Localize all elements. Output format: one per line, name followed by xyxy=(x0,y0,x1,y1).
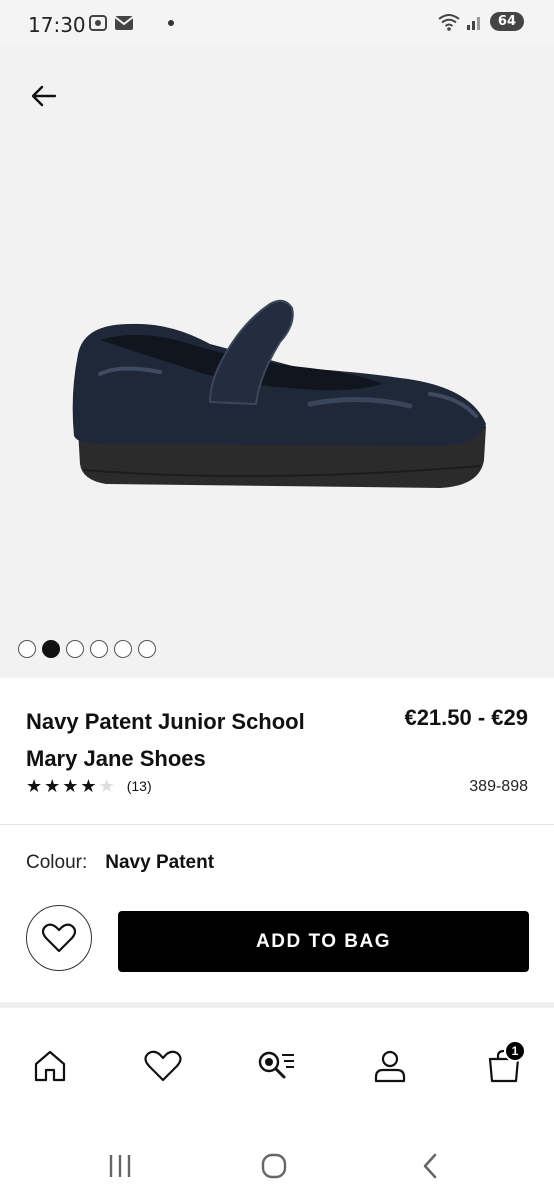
star-icon: ★ xyxy=(26,776,43,796)
product-rating[interactable]: ★ ★ ★ ★ ★ (13) xyxy=(26,777,152,795)
gallery-dot[interactable] xyxy=(42,640,60,658)
add-to-bag-button[interactable]: ADD TO BAG xyxy=(118,911,529,972)
star-icon: ★ xyxy=(44,776,61,796)
recent-apps-button[interactable] xyxy=(100,1148,140,1184)
notification-dot-icon xyxy=(168,20,174,26)
colour-label: Colour: xyxy=(26,852,88,873)
product-image xyxy=(72,299,487,488)
product-image-gallery[interactable] xyxy=(0,44,554,678)
heart-icon xyxy=(144,1050,182,1082)
back-system-button[interactable] xyxy=(410,1148,450,1184)
product-code: 389-898 xyxy=(469,778,528,795)
home-icon xyxy=(34,1050,66,1082)
nav-home[interactable] xyxy=(30,1046,70,1086)
account-icon xyxy=(374,1050,406,1083)
nav-bag[interactable]: 1 xyxy=(484,1040,526,1086)
gallery-pagination xyxy=(18,640,156,658)
screenshot-icon xyxy=(89,15,107,31)
colour-row: Colour: Navy Patent xyxy=(26,852,214,874)
gallery-dot[interactable] xyxy=(138,640,156,658)
divider xyxy=(0,824,554,825)
star-icon: ★ xyxy=(62,776,79,796)
colour-value: Navy Patent xyxy=(105,852,215,873)
gallery-dot[interactable] xyxy=(66,640,84,658)
heart-icon xyxy=(42,923,76,953)
product-price: €21.50 - €29 xyxy=(404,705,528,730)
gallery-dot[interactable] xyxy=(18,640,36,658)
product-title: Navy Patent Junior School Mary Jane Shoe… xyxy=(26,709,305,771)
star-icon: ★ xyxy=(98,776,115,796)
search-icon xyxy=(258,1051,294,1079)
status-time: 17:30 xyxy=(28,13,86,37)
bottom-nav: 1 xyxy=(0,1008,554,1118)
gallery-dot[interactable] xyxy=(114,640,132,658)
status-icons-left xyxy=(88,14,134,32)
home-circle-icon xyxy=(261,1153,287,1179)
rating-count: (13) xyxy=(126,778,152,794)
battery-icon: 64 xyxy=(489,12,524,31)
status-icons-right: 64 xyxy=(438,12,524,31)
mail-icon xyxy=(114,16,134,30)
signal-icon xyxy=(466,16,480,30)
wifi-icon xyxy=(438,13,460,31)
nav-favourites[interactable] xyxy=(143,1046,183,1086)
status-bar: 17:30 64 xyxy=(0,0,554,44)
home-system-button[interactable] xyxy=(254,1148,294,1184)
arrow-left-icon xyxy=(31,85,57,107)
star-icon: ★ xyxy=(80,776,97,796)
recent-apps-icon xyxy=(109,1155,131,1177)
back-button[interactable] xyxy=(26,78,62,114)
gallery-dot[interactable] xyxy=(90,640,108,658)
system-nav-bar xyxy=(0,1118,554,1200)
nav-search[interactable] xyxy=(256,1046,296,1086)
add-to-favourites-button[interactable] xyxy=(26,905,92,971)
nav-account[interactable] xyxy=(370,1046,410,1086)
bag-count-badge: 1 xyxy=(504,1040,526,1062)
chevron-left-icon xyxy=(423,1153,437,1179)
